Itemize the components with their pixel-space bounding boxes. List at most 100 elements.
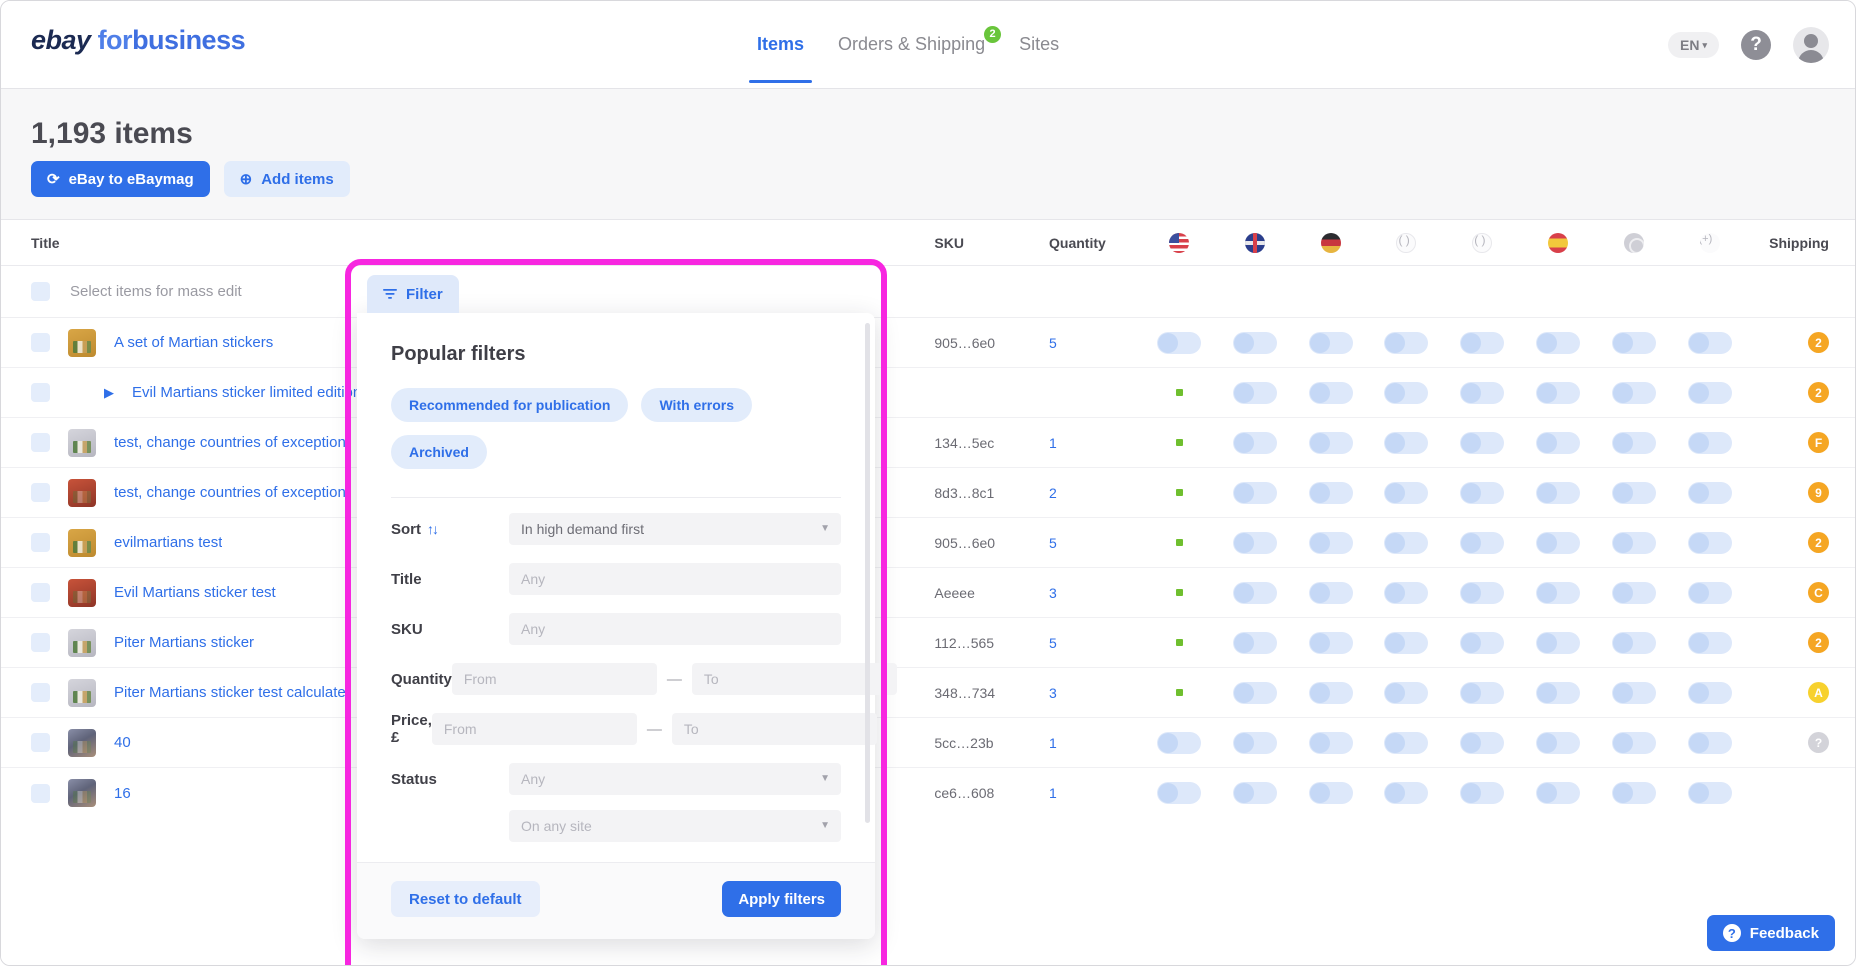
column-header-site-uk[interactable] bbox=[1217, 232, 1293, 253]
column-header-title[interactable]: Title bbox=[1, 235, 934, 251]
site-publish-toggle[interactable] bbox=[1384, 331, 1429, 354]
shipping-status-badge[interactable]: 2 bbox=[1808, 332, 1829, 353]
site-publish-toggle[interactable] bbox=[1687, 731, 1732, 754]
column-header-site-us[interactable] bbox=[1141, 232, 1217, 253]
site-publish-toggle[interactable] bbox=[1687, 782, 1732, 804]
select-all-checkbox[interactable] bbox=[31, 282, 50, 301]
site-publish-toggle[interactable] bbox=[1460, 531, 1505, 554]
row-checkbox[interactable] bbox=[31, 383, 50, 402]
site-publish-toggle[interactable] bbox=[1611, 731, 1656, 754]
site-publish-toggle[interactable] bbox=[1157, 782, 1202, 804]
site-publish-toggle[interactable] bbox=[1308, 381, 1353, 404]
site-publish-toggle[interactable] bbox=[1157, 731, 1202, 754]
site-publish-toggle[interactable] bbox=[1535, 381, 1580, 404]
shipping-status-badge[interactable]: 9 bbox=[1808, 482, 1829, 503]
row-quantity[interactable]: 1 bbox=[1049, 435, 1141, 451]
status-select[interactable] bbox=[509, 763, 841, 795]
site-publish-toggle[interactable] bbox=[1611, 431, 1656, 454]
site-publish-toggle[interactable] bbox=[1157, 331, 1202, 354]
site-publish-toggle[interactable] bbox=[1232, 381, 1277, 404]
sku-input[interactable] bbox=[509, 613, 841, 645]
row-title-link[interactable]: 16 bbox=[114, 785, 131, 802]
filter-button[interactable]: Filter bbox=[367, 275, 459, 313]
add-items-button[interactable]: ⊕ Add items bbox=[223, 161, 350, 197]
site-publish-toggle[interactable] bbox=[1611, 681, 1656, 704]
site-publish-toggle[interactable] bbox=[1611, 581, 1656, 604]
site-publish-toggle[interactable] bbox=[1535, 631, 1580, 654]
sort-select[interactable] bbox=[509, 513, 841, 545]
site-publish-toggle[interactable] bbox=[1687, 631, 1732, 654]
column-header-site-4[interactable] bbox=[1369, 232, 1445, 253]
site-publish-toggle[interactable] bbox=[1535, 782, 1580, 804]
nav-tab-sites[interactable]: Sites bbox=[1019, 34, 1059, 57]
site-publish-toggle[interactable] bbox=[1384, 381, 1429, 404]
title-input[interactable] bbox=[509, 563, 841, 595]
site-publish-toggle[interactable] bbox=[1611, 481, 1656, 504]
site-publish-toggle[interactable] bbox=[1535, 581, 1580, 604]
chip-archived[interactable]: Archived bbox=[391, 435, 487, 469]
column-header-sku[interactable]: SKU bbox=[934, 235, 1049, 251]
row-expand-icon[interactable]: ▶ bbox=[104, 385, 114, 401]
nav-tab-orders-shipping[interactable]: Orders & Shipping 2 bbox=[838, 25, 1002, 57]
shipping-status-badge[interactable]: F bbox=[1808, 432, 1829, 453]
row-quantity[interactable]: 1 bbox=[1049, 785, 1141, 801]
row-checkbox[interactable] bbox=[31, 633, 50, 652]
filter-panel-scroll-area[interactable]: Popular filters Recommended for publicat… bbox=[357, 313, 897, 862]
site-publish-toggle[interactable] bbox=[1535, 731, 1580, 754]
row-quantity[interactable]: 3 bbox=[1049, 585, 1141, 601]
column-header-quantity[interactable]: Quantity bbox=[1049, 235, 1141, 251]
site-publish-toggle[interactable] bbox=[1232, 531, 1277, 554]
site-publish-toggle[interactable] bbox=[1460, 581, 1505, 604]
ebay-for-business-logo[interactable]: ebay forbusiness bbox=[31, 25, 246, 56]
site-publish-toggle[interactable] bbox=[1611, 381, 1656, 404]
site-publish-toggle[interactable] bbox=[1384, 681, 1429, 704]
row-checkbox[interactable] bbox=[31, 583, 50, 602]
row-title-link[interactable]: Piter Martians sticker test calculate bbox=[114, 684, 346, 701]
row-checkbox[interactable] bbox=[31, 783, 50, 803]
site-publish-toggle[interactable] bbox=[1232, 631, 1277, 654]
chip-with-errors[interactable]: With errors bbox=[641, 388, 753, 422]
column-header-add-site[interactable] bbox=[1672, 232, 1748, 253]
site-select[interactable] bbox=[509, 810, 841, 842]
column-header-site-de[interactable] bbox=[1293, 232, 1369, 253]
reset-to-default-button[interactable]: Reset to default bbox=[391, 881, 540, 917]
ebay-to-ebaymag-button[interactable]: ⟳ eBay to eBaymag bbox=[31, 161, 210, 197]
row-title-link[interactable]: 40 bbox=[114, 734, 131, 751]
row-checkbox[interactable] bbox=[31, 433, 50, 452]
quantity-to-input[interactable] bbox=[691, 663, 897, 695]
site-publish-toggle[interactable] bbox=[1308, 681, 1353, 704]
row-title-link[interactable]: A set of Martian stickers bbox=[114, 334, 273, 351]
site-publish-toggle[interactable] bbox=[1384, 782, 1429, 804]
price-to-input[interactable] bbox=[671, 713, 877, 745]
shipping-status-badge[interactable]: 2 bbox=[1808, 632, 1829, 653]
feedback-button[interactable]: ? Feedback bbox=[1706, 915, 1835, 951]
site-publish-toggle[interactable] bbox=[1308, 531, 1353, 554]
site-publish-toggle[interactable] bbox=[1460, 331, 1505, 354]
row-quantity[interactable]: 3 bbox=[1049, 685, 1141, 701]
site-publish-toggle[interactable] bbox=[1232, 782, 1277, 804]
site-publish-toggle[interactable] bbox=[1308, 431, 1353, 454]
site-publish-toggle[interactable] bbox=[1535, 431, 1580, 454]
row-title-link[interactable]: Evil Martians sticker limited edition bbox=[132, 384, 361, 401]
row-title-link[interactable]: Piter Martians sticker bbox=[114, 634, 254, 651]
site-publish-toggle[interactable] bbox=[1687, 431, 1732, 454]
row-quantity[interactable]: 5 bbox=[1049, 635, 1141, 651]
column-header-site-es[interactable] bbox=[1520, 232, 1596, 253]
nav-tab-items[interactable]: Items bbox=[748, 34, 813, 83]
help-icon[interactable]: ? bbox=[1741, 30, 1771, 60]
site-publish-toggle[interactable] bbox=[1460, 731, 1505, 754]
column-header-site-global[interactable] bbox=[1596, 232, 1672, 253]
row-quantity[interactable]: 1 bbox=[1049, 735, 1141, 751]
shipping-status-badge[interactable]: ? bbox=[1808, 732, 1829, 753]
site-publish-toggle[interactable] bbox=[1460, 782, 1505, 804]
row-checkbox[interactable] bbox=[31, 683, 50, 702]
site-publish-toggle[interactable] bbox=[1611, 631, 1656, 654]
site-publish-toggle[interactable] bbox=[1384, 431, 1429, 454]
site-publish-toggle[interactable] bbox=[1232, 681, 1277, 704]
site-publish-toggle[interactable] bbox=[1611, 331, 1656, 354]
shipping-status-badge[interactable]: C bbox=[1808, 582, 1829, 603]
row-title-link[interactable]: test, change countries of exception bbox=[114, 484, 346, 501]
row-title-link[interactable]: test, change countries of exception bbox=[114, 434, 346, 451]
site-publish-toggle[interactable] bbox=[1460, 681, 1505, 704]
site-publish-toggle[interactable] bbox=[1687, 381, 1732, 404]
